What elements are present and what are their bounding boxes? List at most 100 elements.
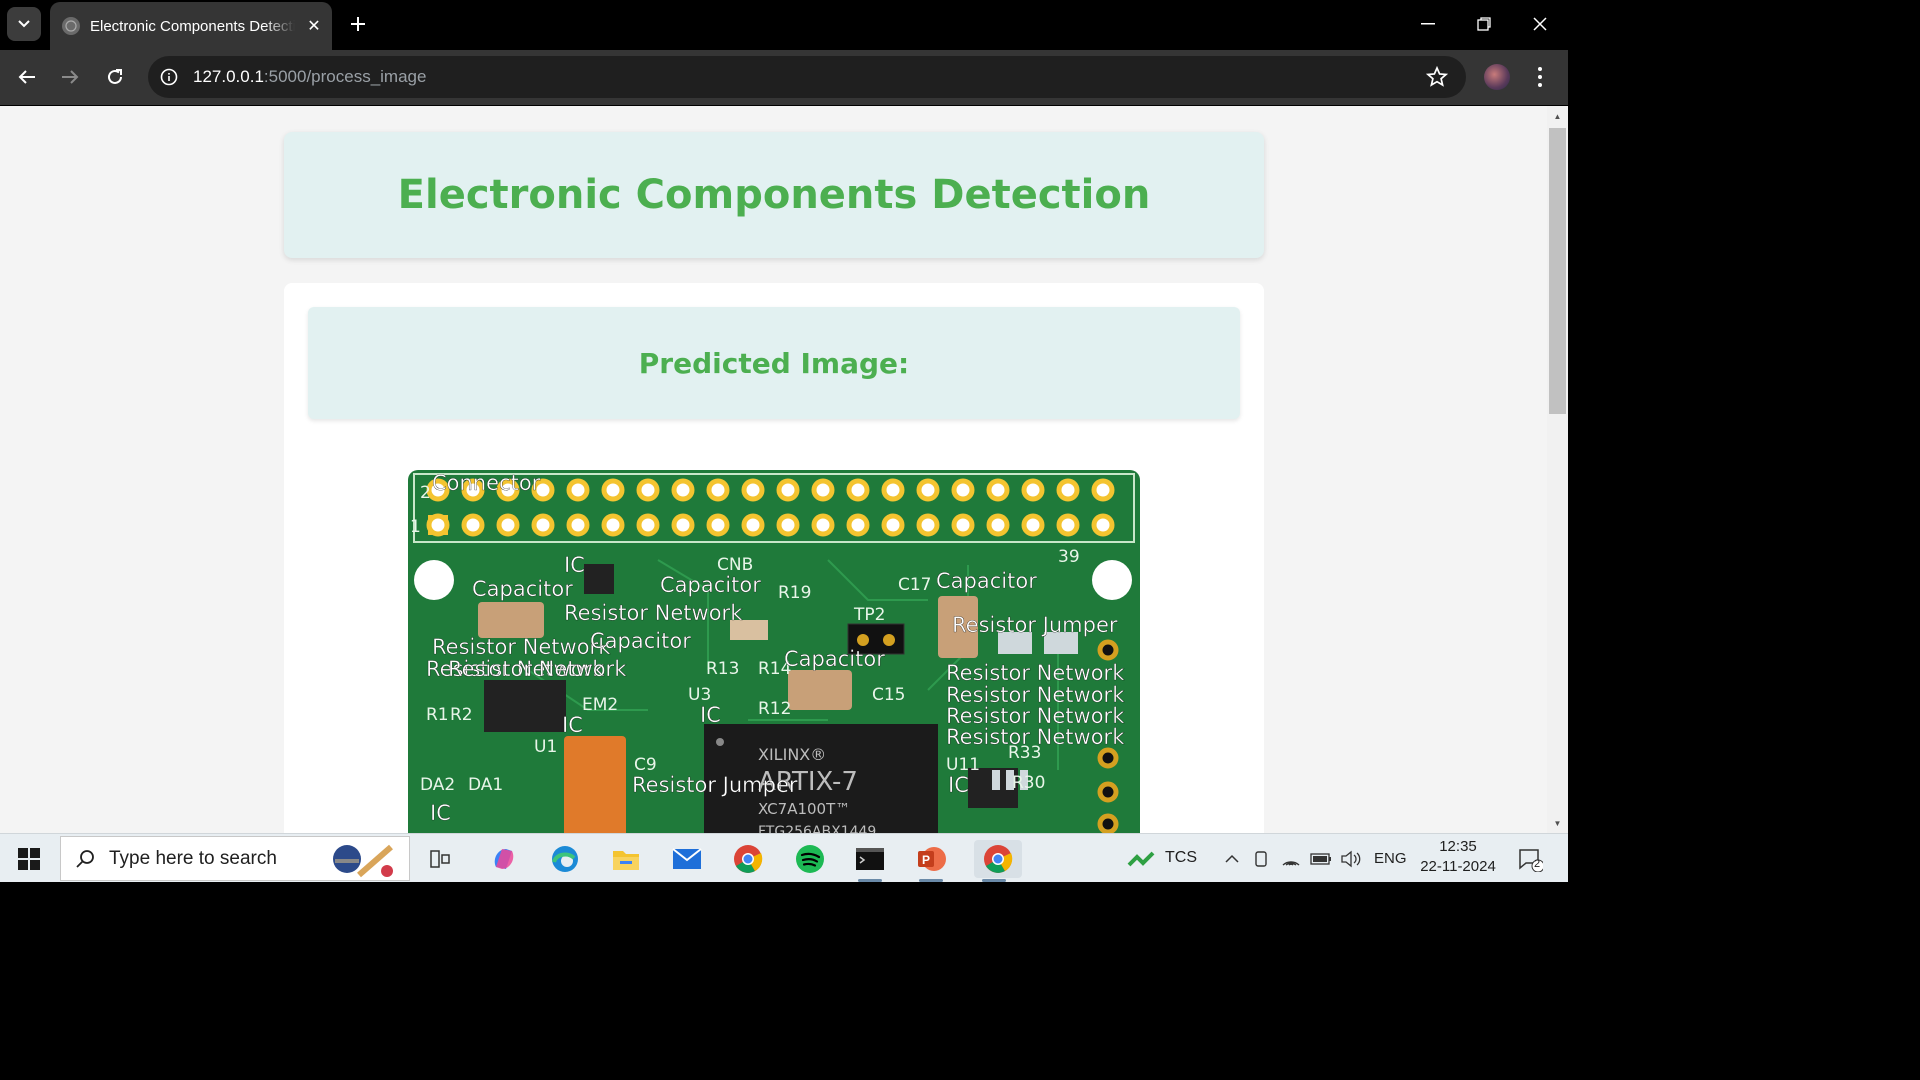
detection-label: IC	[700, 703, 721, 727]
url-text: 127.0.0.1:5000/process_image	[193, 67, 426, 87]
bookmark-star-icon[interactable]	[1425, 65, 1449, 93]
minimize-button[interactable]	[1400, 0, 1456, 48]
detection-label: Capacitor	[472, 577, 573, 601]
back-button[interactable]	[8, 58, 46, 96]
connector-pin	[496, 513, 520, 537]
wifi-icon[interactable]	[1276, 840, 1306, 878]
connector-pin	[916, 478, 940, 502]
language-indicator[interactable]: ENG	[1374, 850, 1407, 867]
connector-pin	[846, 478, 870, 502]
minimize-icon	[1421, 23, 1435, 25]
reload-button[interactable]	[96, 58, 134, 96]
connector-pin	[566, 513, 590, 537]
page-scrollbar[interactable]: ▲ ▼	[1547, 106, 1568, 833]
page-viewport: Electronic Components Detection Predicte…	[0, 106, 1547, 833]
detection-label: Resistor Network	[432, 635, 611, 659]
silk-pin1: 1	[410, 517, 421, 537]
new-tab-button[interactable]	[344, 10, 372, 38]
powerpoint-icon[interactable]: P	[911, 840, 951, 882]
task-view-icon[interactable]	[420, 840, 460, 878]
connector-pin	[986, 513, 1010, 537]
plus-icon	[351, 17, 365, 31]
connector-pin	[881, 478, 905, 502]
connector-pin	[566, 478, 590, 502]
edge-browser-icon[interactable]	[545, 840, 585, 878]
connector-pin	[1091, 478, 1115, 502]
globe-icon	[62, 17, 80, 35]
mail-icon[interactable]	[667, 840, 707, 878]
fpga-xilinx: XILINX®	[758, 745, 826, 764]
close-tab-icon[interactable]: ✕	[303, 15, 325, 37]
chrome-active-window-icon[interactable]	[974, 840, 1022, 882]
connector-pin	[1056, 478, 1080, 502]
silk-pin39: 39	[1058, 547, 1080, 567]
connector-pin	[741, 513, 765, 537]
notification-icon[interactable]: 2	[1512, 840, 1548, 878]
chrome-icon[interactable]	[728, 840, 768, 878]
reload-icon	[108, 69, 122, 84]
silk-da1: DA1	[468, 775, 503, 795]
predicted-image-header: Predicted Image:	[308, 307, 1240, 419]
browser-tab[interactable]: Electronic Components Detection ✕	[50, 2, 332, 50]
connector-pin	[461, 513, 485, 537]
ceramic-capacitor-1	[478, 602, 544, 638]
start-button[interactable]	[0, 834, 58, 883]
fpga-part: XC7A100T™	[758, 800, 850, 818]
connector-pin	[776, 478, 800, 502]
taskbar-search-box[interactable]: Type here to search	[60, 836, 410, 881]
connector-pin	[531, 513, 555, 537]
address-bar[interactable]: 127.0.0.1:5000/process_image	[148, 56, 1466, 98]
connector-pin	[426, 513, 450, 537]
scroll-thumb[interactable]	[1549, 128, 1566, 414]
volume-icon[interactable]	[1336, 840, 1366, 878]
restore-button[interactable]	[1456, 0, 1512, 48]
detection-label: Resistor Network	[448, 657, 627, 681]
forward-button[interactable]	[51, 58, 89, 96]
predicted-image: CNB R19 TP2 EM2 U1 DA2 DA1 U11 R30 R33 2…	[408, 470, 1140, 833]
connector-pin	[951, 478, 975, 502]
connector-pin	[601, 478, 625, 502]
chevron-up-icon[interactable]	[1214, 840, 1250, 878]
copilot-icon[interactable]	[484, 840, 524, 878]
connector-pin	[776, 513, 800, 537]
browser-toolbar: 127.0.0.1:5000/process_image	[0, 50, 1568, 105]
cricket-highlight-icon[interactable]	[325, 841, 397, 879]
terminal-icon[interactable]	[850, 840, 890, 882]
spotify-icon[interactable]	[790, 840, 830, 878]
detection-label: IC	[562, 713, 583, 737]
scroll-down-arrow[interactable]: ▼	[1547, 815, 1568, 831]
browser-menu-icon[interactable]	[1530, 62, 1550, 92]
silk-r2: R2	[450, 705, 473, 725]
page-title: Electronic Components Detection	[397, 172, 1151, 218]
battery-icon[interactable]	[1306, 840, 1336, 878]
connector-pin	[706, 478, 730, 502]
tab-title: Electronic Components Detection	[90, 17, 295, 35]
detection-label: Capacitor	[784, 647, 885, 671]
tab-bar: Electronic Components Detection ✕	[0, 0, 1568, 50]
connector-pin	[741, 478, 765, 502]
clock[interactable]: 12:35 22-11-2024	[1418, 838, 1498, 875]
result-card: Predicted Image: CNB R19 TP2 EM2 U1 DA2 …	[284, 283, 1264, 833]
close-window-button[interactable]	[1512, 0, 1568, 48]
silk-da2: DA2	[420, 775, 455, 795]
arrow-right-icon	[62, 70, 79, 84]
clock-date: 22-11-2024	[1420, 858, 1496, 875]
stock-ticker-icon[interactable]	[1124, 840, 1160, 878]
stock-ticker-label[interactable]: TCS	[1165, 849, 1197, 867]
profile-avatar[interactable]	[1484, 64, 1510, 90]
silk-c17: C17	[898, 575, 932, 595]
silk-tp2: TP2	[853, 605, 885, 625]
notification-count: 2	[1534, 858, 1541, 870]
connector-pin	[636, 513, 660, 537]
tab-search-button[interactable]	[7, 7, 41, 41]
scroll-up-arrow[interactable]: ▲	[1547, 108, 1568, 124]
search-icon	[76, 849, 94, 868]
ceramic-capacitor-2	[788, 670, 852, 710]
file-explorer-icon[interactable]	[606, 840, 646, 878]
meet-now-icon[interactable]	[1246, 840, 1276, 878]
site-info-icon[interactable]	[158, 66, 180, 88]
detection-label: Resistor Network	[946, 725, 1125, 749]
connector-pin	[1056, 513, 1080, 537]
detection-label: Resistor Network	[946, 661, 1125, 685]
windows-logo-icon	[18, 847, 40, 870]
